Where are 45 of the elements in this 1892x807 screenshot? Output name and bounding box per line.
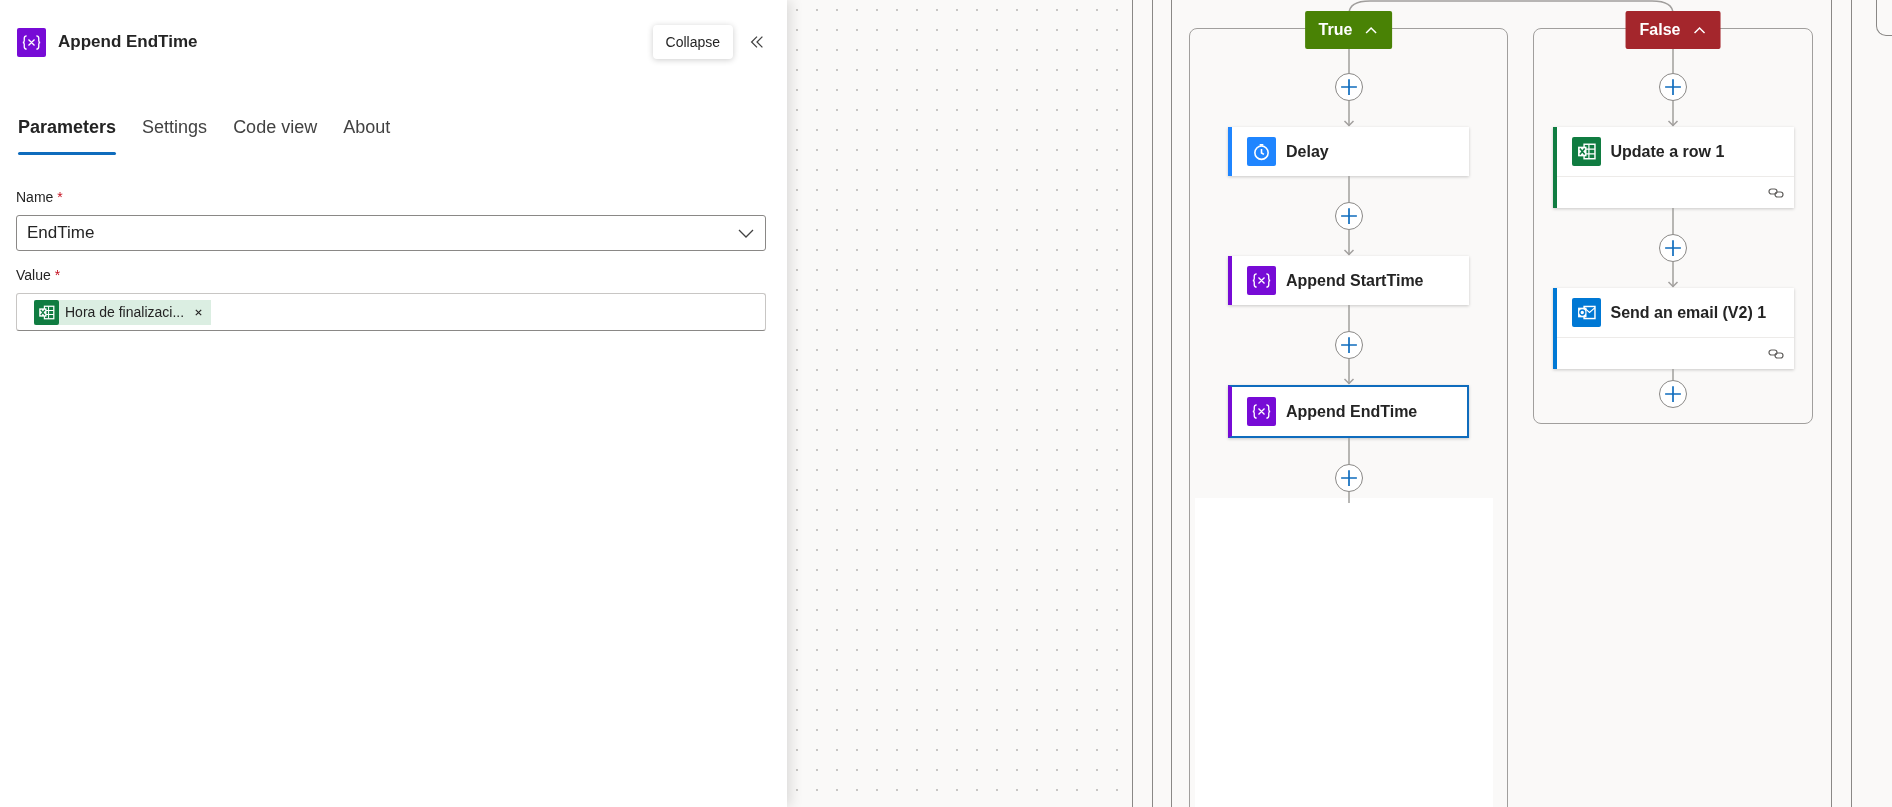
- variable-icon: [1247, 397, 1276, 426]
- collapse-tooltip: Collapse: [652, 25, 733, 59]
- dropdown-field[interactable]: EndTime: [16, 215, 766, 251]
- timer-icon: [1247, 137, 1276, 166]
- action-card[interactable]: Append StartTime: [1228, 256, 1469, 305]
- branch-header[interactable]: True: [1304, 11, 1393, 49]
- action-title: Append StartTime: [1286, 270, 1424, 291]
- panel-title: Append EndTime: [58, 31, 198, 54]
- mail-icon: [1571, 298, 1601, 327]
- branch-header[interactable]: False: [1625, 11, 1721, 49]
- action-card[interactable]: Send an email (V2) 1: [1552, 288, 1794, 369]
- tab[interactable]: Settings: [142, 114, 208, 155]
- plus-icon: [1339, 336, 1358, 354]
- tab[interactable]: Parameters: [18, 114, 117, 155]
- plus-icon: [1339, 78, 1358, 96]
- plus-icon: [1664, 385, 1682, 403]
- action-title: Append EndTime: [1286, 401, 1418, 422]
- tab[interactable]: About: [343, 114, 391, 155]
- action-title: Send an email (V2) 1: [1610, 302, 1767, 323]
- variable-icon: [17, 27, 46, 57]
- plus-icon: [1664, 78, 1682, 96]
- link-icon: [1767, 347, 1784, 360]
- token-chip[interactable]: Hora de finalizaci...: [34, 299, 212, 325]
- field-label: Name *: [16, 188, 64, 207]
- action-card[interactable]: Update a row 1: [1552, 127, 1794, 208]
- plus-icon: [1339, 207, 1358, 225]
- action-title: Update a row 1: [1610, 141, 1725, 162]
- spreadsheet-icon: [34, 299, 59, 325]
- action-title: Delay: [1286, 141, 1329, 162]
- action-card[interactable]: Delay: [1228, 127, 1469, 176]
- connector-arrow: [1342, 359, 1355, 385]
- variable-icon: [1247, 266, 1276, 295]
- remove-icon[interactable]: [194, 307, 204, 317]
- field-label: Value *: [16, 266, 62, 285]
- plus-icon: [1339, 469, 1358, 487]
- connector-arrow: [1667, 101, 1679, 127]
- spreadsheet-icon: [1571, 137, 1601, 166]
- connector-arrow: [1342, 101, 1355, 127]
- value-input-field[interactable]: Hora de finalizaci...: [16, 293, 766, 331]
- tab[interactable]: Code view: [233, 114, 318, 155]
- connector-arrow: [1342, 230, 1355, 256]
- link-icon: [1767, 186, 1784, 199]
- connector-arrow: [1667, 262, 1679, 288]
- plus-icon: [1664, 239, 1682, 257]
- action-card[interactable]: Append EndTime: [1228, 385, 1469, 438]
